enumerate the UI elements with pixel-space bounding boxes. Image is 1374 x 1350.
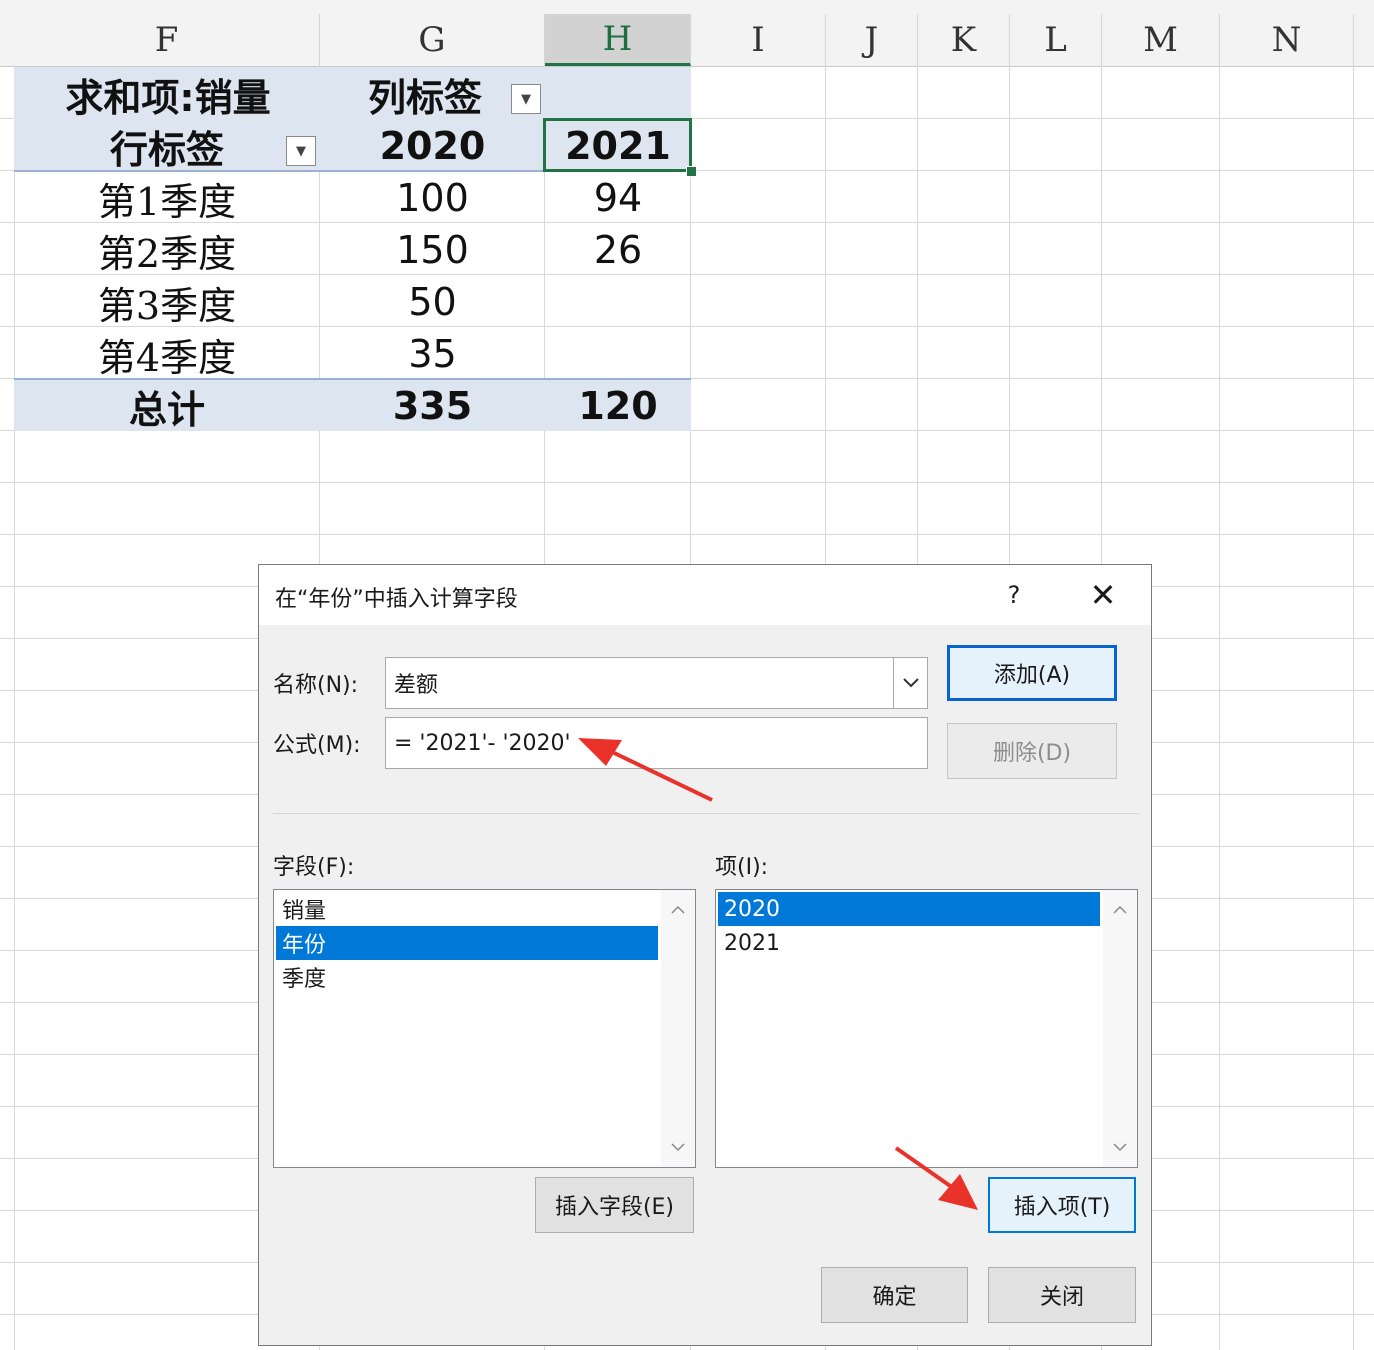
pivot-sum-label[interactable]: 求和项:销量: [30, 68, 306, 120]
pivot-value[interactable]: [545, 328, 691, 380]
name-combobox[interactable]: 差额: [385, 657, 928, 709]
scrollbar[interactable]: [661, 890, 695, 1167]
ok-button[interactable]: 确定: [821, 1267, 968, 1323]
column-header-g[interactable]: G: [320, 14, 545, 66]
pivot-column-labels[interactable]: 列标签: [340, 68, 520, 120]
insert-field-button[interactable]: 插入字段(E): [535, 1177, 694, 1233]
add-button[interactable]: 添加(A): [947, 645, 1117, 701]
formula-label: 公式(M):: [273, 733, 361, 758]
pivot-row-labels[interactable]: 行标签: [14, 120, 320, 172]
pivot-total-2021[interactable]: 120: [545, 380, 691, 432]
items-label: 项(I):: [715, 855, 769, 880]
list-item-selected[interactable]: 年份: [276, 926, 658, 960]
pivot-row-label[interactable]: 第2季度: [14, 224, 320, 276]
pivot-value[interactable]: 35: [320, 328, 545, 380]
chevron-down-icon[interactable]: [893, 658, 927, 708]
fields-label: 字段(F):: [273, 855, 355, 880]
name-label: 名称(N):: [273, 673, 359, 698]
list-item-selected[interactable]: 2020: [718, 892, 1100, 926]
dialog-titlebar[interactable]: 在“年份”中插入计算字段 ? ✕: [259, 565, 1151, 625]
pivot-row-label[interactable]: 第3季度: [14, 276, 320, 328]
row-filter-dropdown-icon[interactable]: ▼: [286, 136, 316, 166]
column-header-f[interactable]: F: [14, 14, 320, 66]
scroll-down-icon[interactable]: [1103, 1129, 1137, 1165]
column-header-j[interactable]: J: [826, 14, 918, 66]
pivot-row-label[interactable]: 第4季度: [14, 328, 320, 380]
column-header-m[interactable]: M: [1102, 14, 1220, 66]
pivot-value[interactable]: [545, 276, 691, 328]
pivot-value[interactable]: 50: [320, 276, 545, 328]
scrollbar[interactable]: [1103, 890, 1137, 1167]
scroll-down-icon[interactable]: [661, 1129, 695, 1165]
items-listbox[interactable]: 2020 2021: [715, 889, 1138, 1168]
dialog-title: 在“年份”中插入计算字段: [275, 587, 518, 612]
formula-input[interactable]: = '2021'- '2020': [385, 717, 928, 769]
name-value: 差额: [394, 673, 439, 698]
pivot-value[interactable]: 94: [545, 172, 691, 224]
pivot-value[interactable]: 100: [320, 172, 545, 224]
formula-value: = '2021'- '2020': [394, 730, 571, 756]
list-item[interactable]: 季度: [276, 960, 658, 994]
gridline: [0, 482, 1374, 483]
gridline: [0, 534, 1374, 535]
column-header-l[interactable]: L: [1010, 14, 1102, 66]
list-item[interactable]: 2021: [718, 926, 1100, 960]
close-button[interactable]: 关闭: [988, 1267, 1136, 1323]
insert-item-button[interactable]: 插入项(T): [988, 1177, 1136, 1233]
delete-button[interactable]: 删除(D): [947, 723, 1117, 779]
insert-calculated-item-dialog: 在“年份”中插入计算字段 ? ✕ 名称(N): 差额 添加(A) 公式(M): …: [258, 564, 1152, 1346]
scroll-up-icon[interactable]: [1103, 892, 1137, 928]
column-header-h[interactable]: H: [545, 14, 691, 66]
column-header-n[interactable]: N: [1220, 14, 1354, 66]
list-item[interactable]: 销量: [276, 892, 658, 926]
active-cell-border: [543, 118, 692, 172]
pivot-year-2020[interactable]: 2020: [320, 120, 545, 172]
fields-listbox[interactable]: 销量 年份 季度: [273, 889, 696, 1168]
column-filter-dropdown-icon[interactable]: ▼: [511, 84, 541, 114]
pivot-value[interactable]: 150: [320, 224, 545, 276]
column-header-i[interactable]: I: [691, 14, 826, 66]
pivot-total-label[interactable]: 总计: [14, 380, 320, 432]
scroll-up-icon[interactable]: [661, 892, 695, 928]
pivot-row-label[interactable]: 第1季度: [14, 172, 320, 224]
close-icon[interactable]: ✕: [1085, 577, 1121, 613]
column-header-k[interactable]: K: [918, 14, 1010, 66]
pivot-total-2020[interactable]: 335: [320, 380, 545, 432]
divider: [273, 813, 1139, 814]
pivot-value[interactable]: 26: [545, 224, 691, 276]
help-icon[interactable]: ?: [999, 577, 1029, 613]
